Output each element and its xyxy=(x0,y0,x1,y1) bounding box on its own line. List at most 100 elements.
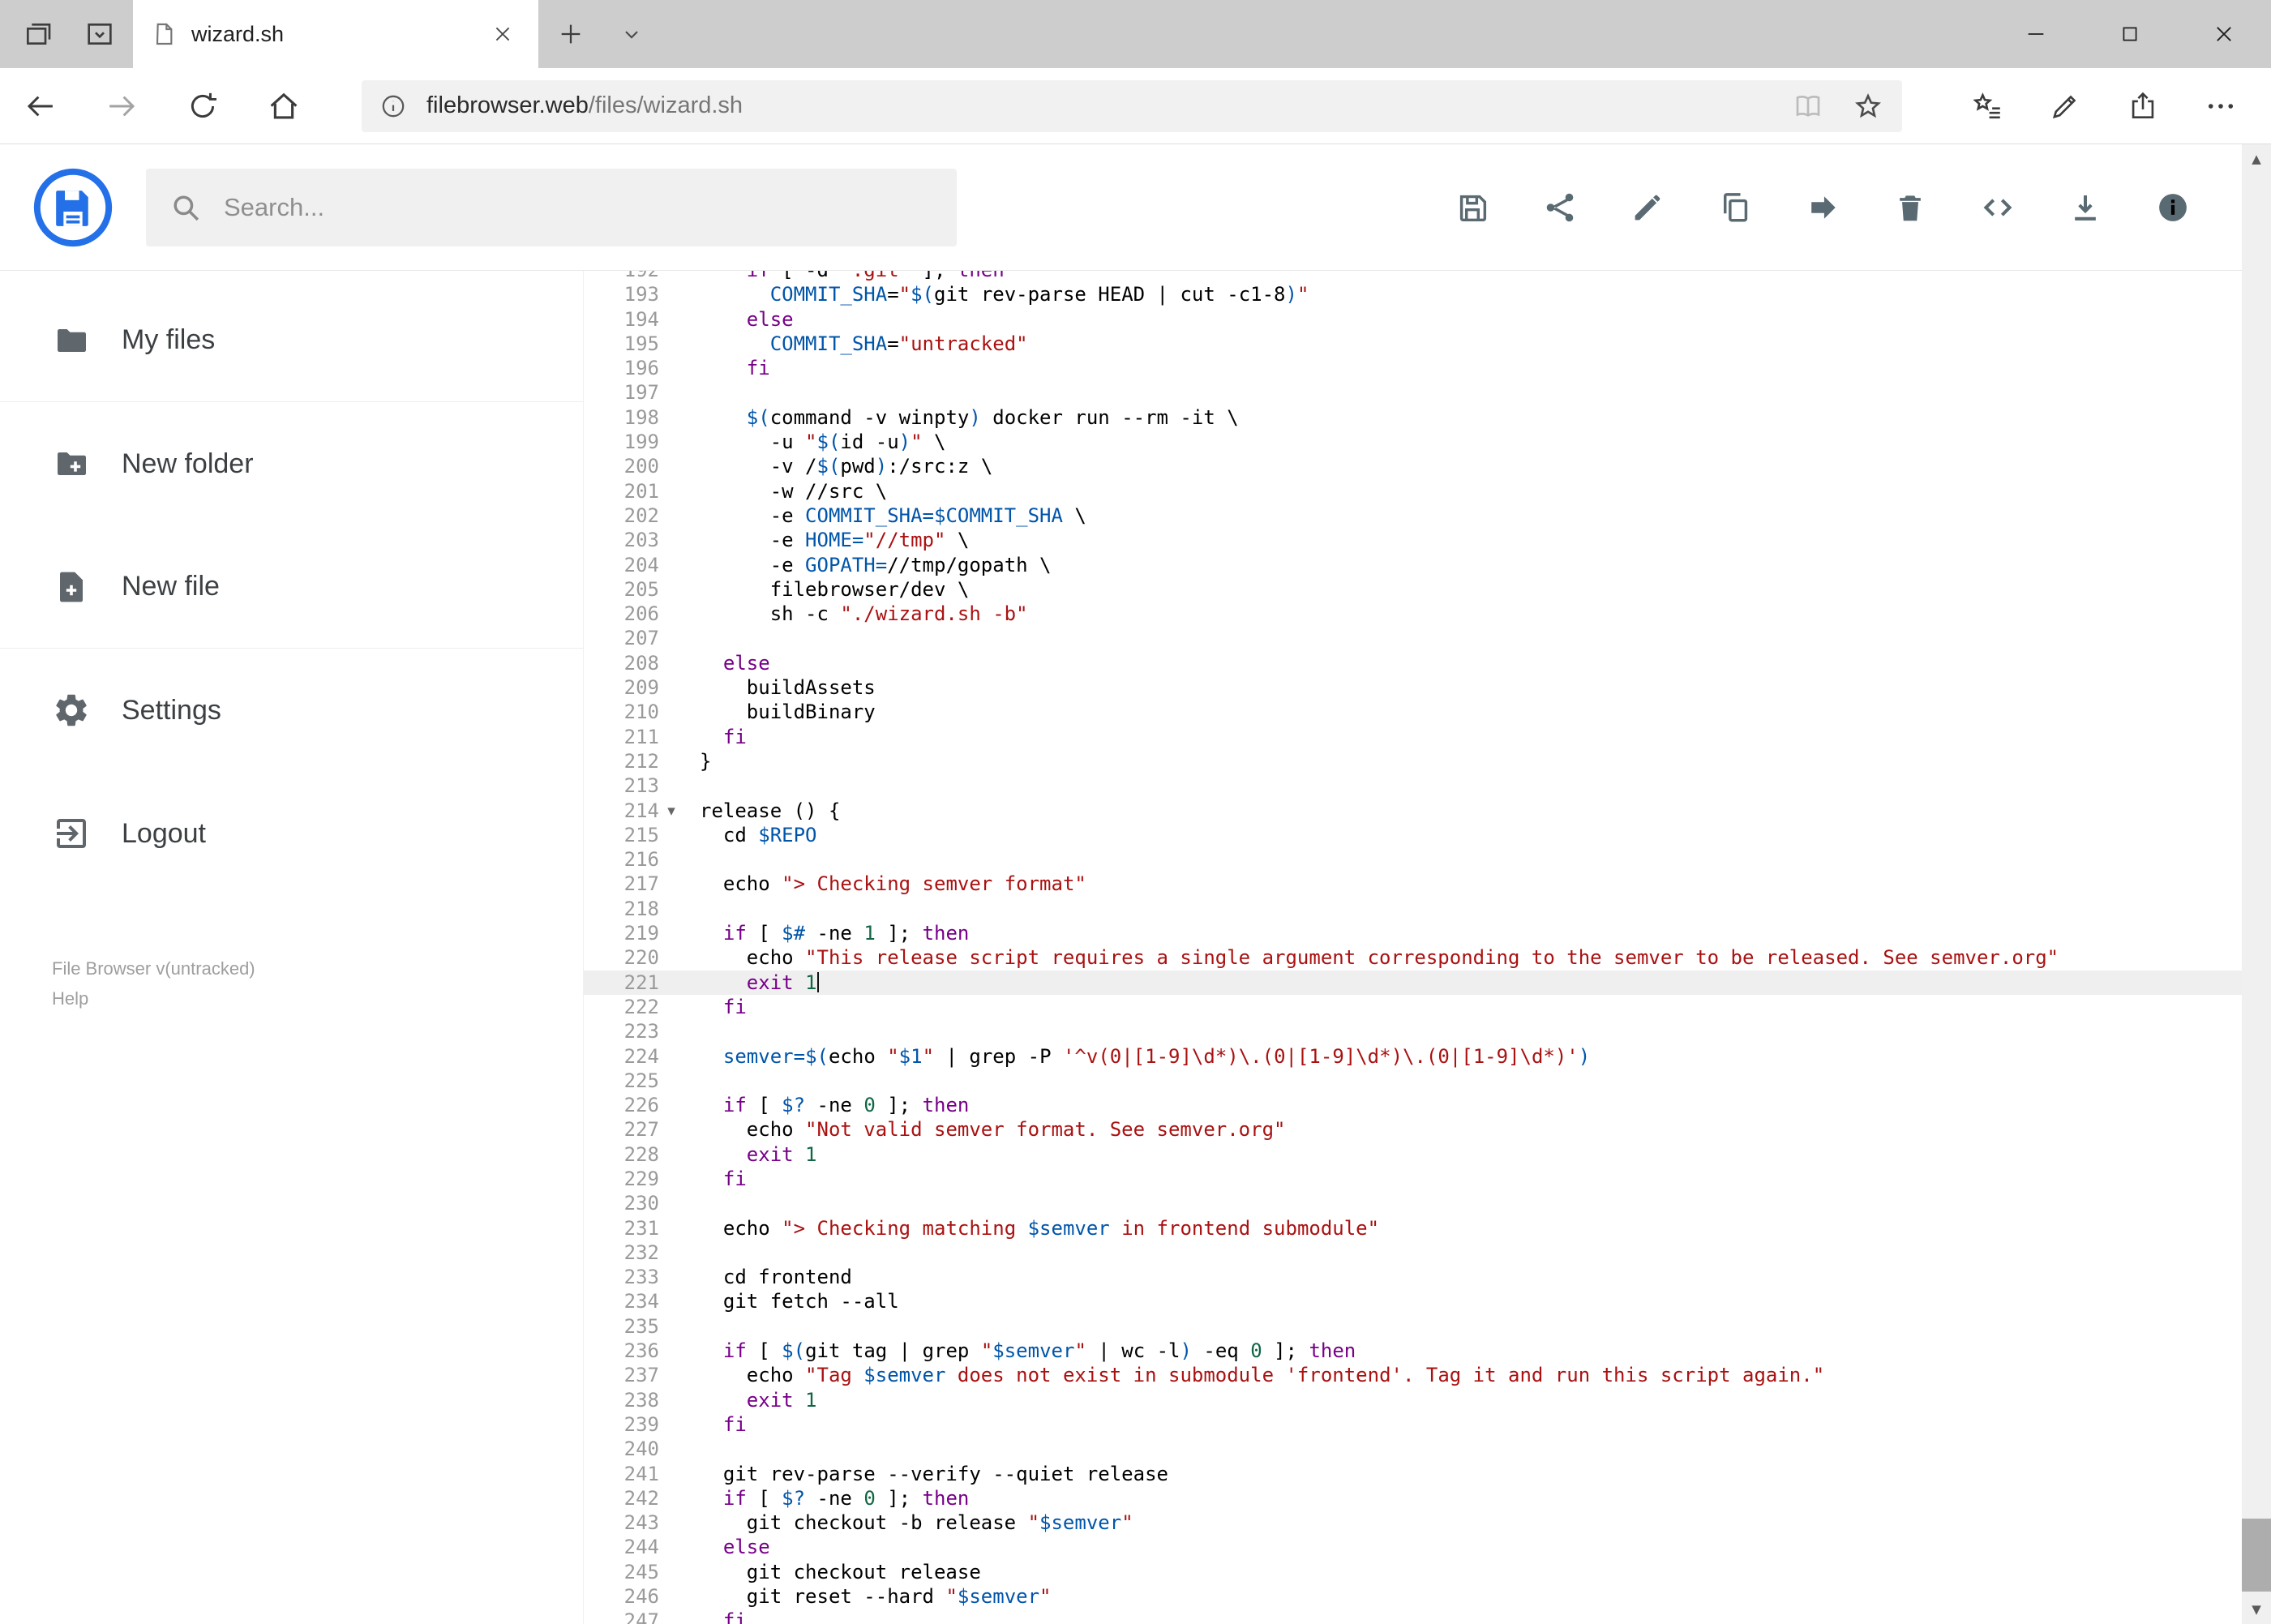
help-link[interactable]: Help xyxy=(52,983,255,1013)
code-line[interactable]: 206 sh -c "./wizard.sh -b" xyxy=(584,602,2242,626)
sidebar-item-new-folder[interactable]: New folder xyxy=(0,402,583,525)
code-line[interactable]: 245 git checkout release xyxy=(584,1560,2242,1584)
copy-button[interactable] xyxy=(1691,164,1779,251)
code-line[interactable]: 205 filebrowser/dev \ xyxy=(584,577,2242,602)
share-file-button[interactable] xyxy=(1516,164,1604,251)
code-line[interactable]: 233 cd frontend xyxy=(584,1265,2242,1289)
code-line[interactable]: 213 xyxy=(584,773,2242,798)
code-line[interactable]: 217 echo "> Checking semver format" xyxy=(584,872,2242,896)
reading-view-icon[interactable] xyxy=(1792,90,1824,122)
rename-button[interactable] xyxy=(1604,164,1691,251)
set-tabs-aside-button[interactable] xyxy=(13,10,62,58)
code-line[interactable]: 196 fi xyxy=(584,356,2242,380)
code-line[interactable]: 218 xyxy=(584,897,2242,921)
code-line[interactable]: 235 xyxy=(584,1314,2242,1339)
sidebar-item-logout[interactable]: Logout xyxy=(0,772,583,895)
code-line[interactable]: 239 fi xyxy=(584,1412,2242,1437)
code-line[interactable]: 241 git rev-parse --verify --quiet relea… xyxy=(584,1462,2242,1486)
code-editor[interactable]: 192 if [ -d ".git" ]; then193 COMMIT_SHA… xyxy=(584,271,2242,1624)
save-button[interactable] xyxy=(1429,164,1516,251)
address-bar[interactable]: filebrowser.web/files/wizard.sh xyxy=(362,79,1902,132)
scrollbar-up-button[interactable]: ▲ xyxy=(2242,144,2271,174)
more-actions-button[interactable] xyxy=(2182,68,2260,144)
code-line[interactable]: 229 fi xyxy=(584,1167,2242,1191)
code-line[interactable]: 240 xyxy=(584,1437,2242,1461)
code-line[interactable]: 244 else xyxy=(584,1535,2242,1559)
tab-close-button[interactable] xyxy=(485,16,521,52)
code-line[interactable]: 236 if [ $(git tag | grep "$semver" | wc… xyxy=(584,1339,2242,1363)
code-line[interactable]: 234 git fetch --all xyxy=(584,1289,2242,1313)
code-line[interactable]: 207 xyxy=(584,626,2242,650)
browser-tab-active[interactable]: wizard.sh xyxy=(133,0,538,68)
code-line[interactable]: 195 COMMIT_SHA="untracked" xyxy=(584,332,2242,356)
sidebar-item-my-files[interactable]: My files xyxy=(0,279,583,402)
code-line[interactable]: 222 fi xyxy=(584,995,2242,1019)
code-line[interactable]: 209 buildAssets xyxy=(584,675,2242,700)
forward-button[interactable] xyxy=(81,68,162,144)
code-line[interactable]: 214 ▾ release () { xyxy=(584,799,2242,823)
scrollbar-thumb[interactable] xyxy=(2242,1519,2271,1592)
url-text[interactable]: filebrowser.web/files/wizard.sh xyxy=(426,92,743,119)
code-line[interactable]: 201 -w //src \ xyxy=(584,479,2242,503)
minimize-button[interactable] xyxy=(1989,0,2083,68)
code-line[interactable]: 212} xyxy=(584,749,2242,773)
code-line[interactable]: 232 xyxy=(584,1240,2242,1265)
code-line[interactable]: 219 if [ $# -ne 1 ]; then xyxy=(584,921,2242,945)
code-line[interactable]: 220 echo "This release script requires a… xyxy=(584,945,2242,970)
web-note-button[interactable] xyxy=(2026,68,2104,144)
code-line[interactable]: 211 fi xyxy=(584,725,2242,749)
code-line[interactable]: 215 cd $REPO xyxy=(584,823,2242,847)
page-scrollbar[interactable]: ▲ ▼ xyxy=(2242,144,2271,1624)
code-line[interactable]: 228 exit 1 xyxy=(584,1142,2242,1167)
tab-previews-button[interactable] xyxy=(75,10,124,58)
sidebar-item-new-file[interactable]: New file xyxy=(0,525,583,649)
code-line[interactable]: 237 echo "Tag $semver does not exist in … xyxy=(584,1363,2242,1387)
download-button[interactable] xyxy=(2042,164,2129,251)
code-line[interactable]: 243 git checkout -b release "$semver" xyxy=(584,1510,2242,1535)
back-button[interactable] xyxy=(0,68,81,144)
site-info-icon[interactable] xyxy=(379,92,407,120)
code-line[interactable]: 203 -e HOME="//tmp" \ xyxy=(584,528,2242,552)
scrollbar-down-button[interactable]: ▼ xyxy=(2242,1595,2271,1624)
code-line[interactable]: 204 -e GOPATH=//tmp/gopath \ xyxy=(584,553,2242,577)
code-line[interactable]: 193 COMMIT_SHA="$(git rev-parse HEAD | c… xyxy=(584,282,2242,306)
code-line[interactable]: 247 fi xyxy=(584,1609,2242,1624)
code-line[interactable]: 202 -e COMMIT_SHA=$COMMIT_SHA \ xyxy=(584,503,2242,528)
code-line[interactable]: 227 echo "Not valid semver format. See s… xyxy=(584,1117,2242,1142)
code-line[interactable]: 225 xyxy=(584,1069,2242,1093)
code-line[interactable]: 208 else xyxy=(584,651,2242,675)
tab-preview-toggle[interactable] xyxy=(603,0,660,68)
code-line[interactable]: 230 xyxy=(584,1191,2242,1215)
favorite-star-icon[interactable] xyxy=(1852,90,1884,122)
code-line[interactable]: 197 xyxy=(584,380,2242,405)
info-button[interactable] xyxy=(2129,164,2217,251)
code-line[interactable]: 242 if [ $? -ne 0 ]; then xyxy=(584,1486,2242,1510)
share-page-button[interactable] xyxy=(2104,68,2182,144)
delete-button[interactable] xyxy=(1866,164,1954,251)
code-line[interactable]: 221 exit 1 xyxy=(584,970,2242,995)
code-line[interactable]: 210 buildBinary xyxy=(584,700,2242,724)
code-line[interactable]: 200 -v /$(pwd):/src:z \ xyxy=(584,454,2242,478)
fold-marker-icon[interactable]: ▾ xyxy=(659,799,683,823)
code-line[interactable]: 223 xyxy=(584,1019,2242,1043)
raw-view-button[interactable] xyxy=(1954,164,2042,251)
home-button[interactable] xyxy=(243,68,324,144)
new-tab-button[interactable] xyxy=(538,0,603,68)
sidebar-item-settings[interactable]: Settings xyxy=(0,649,583,772)
refresh-button[interactable] xyxy=(162,68,243,144)
code-line[interactable]: 216 xyxy=(584,847,2242,872)
code-line[interactable]: 226 if [ $? -ne 0 ]; then xyxy=(584,1093,2242,1117)
code-line[interactable]: 231 echo "> Checking matching $semver in… xyxy=(584,1216,2242,1240)
code-line[interactable]: 238 exit 1 xyxy=(584,1388,2242,1412)
code-line[interactable]: 194 else xyxy=(584,307,2242,332)
hub-favorites-button[interactable] xyxy=(1948,68,2026,144)
maximize-button[interactable] xyxy=(2083,0,2177,68)
search-box[interactable] xyxy=(146,168,957,246)
move-button[interactable] xyxy=(1779,164,1866,251)
code-line[interactable]: 246 git reset --hard "$semver" xyxy=(584,1584,2242,1609)
code-line[interactable]: 224 semver=$(echo "$1" | grep -P '^v(0|[… xyxy=(584,1044,2242,1069)
close-button[interactable] xyxy=(2177,0,2271,68)
code-line[interactable]: 198 $(command -v winpty) docker run --rm… xyxy=(584,405,2242,430)
code-line[interactable]: 192 if [ -d ".git" ]; then xyxy=(584,271,2242,282)
filebrowser-logo[interactable] xyxy=(32,167,114,248)
